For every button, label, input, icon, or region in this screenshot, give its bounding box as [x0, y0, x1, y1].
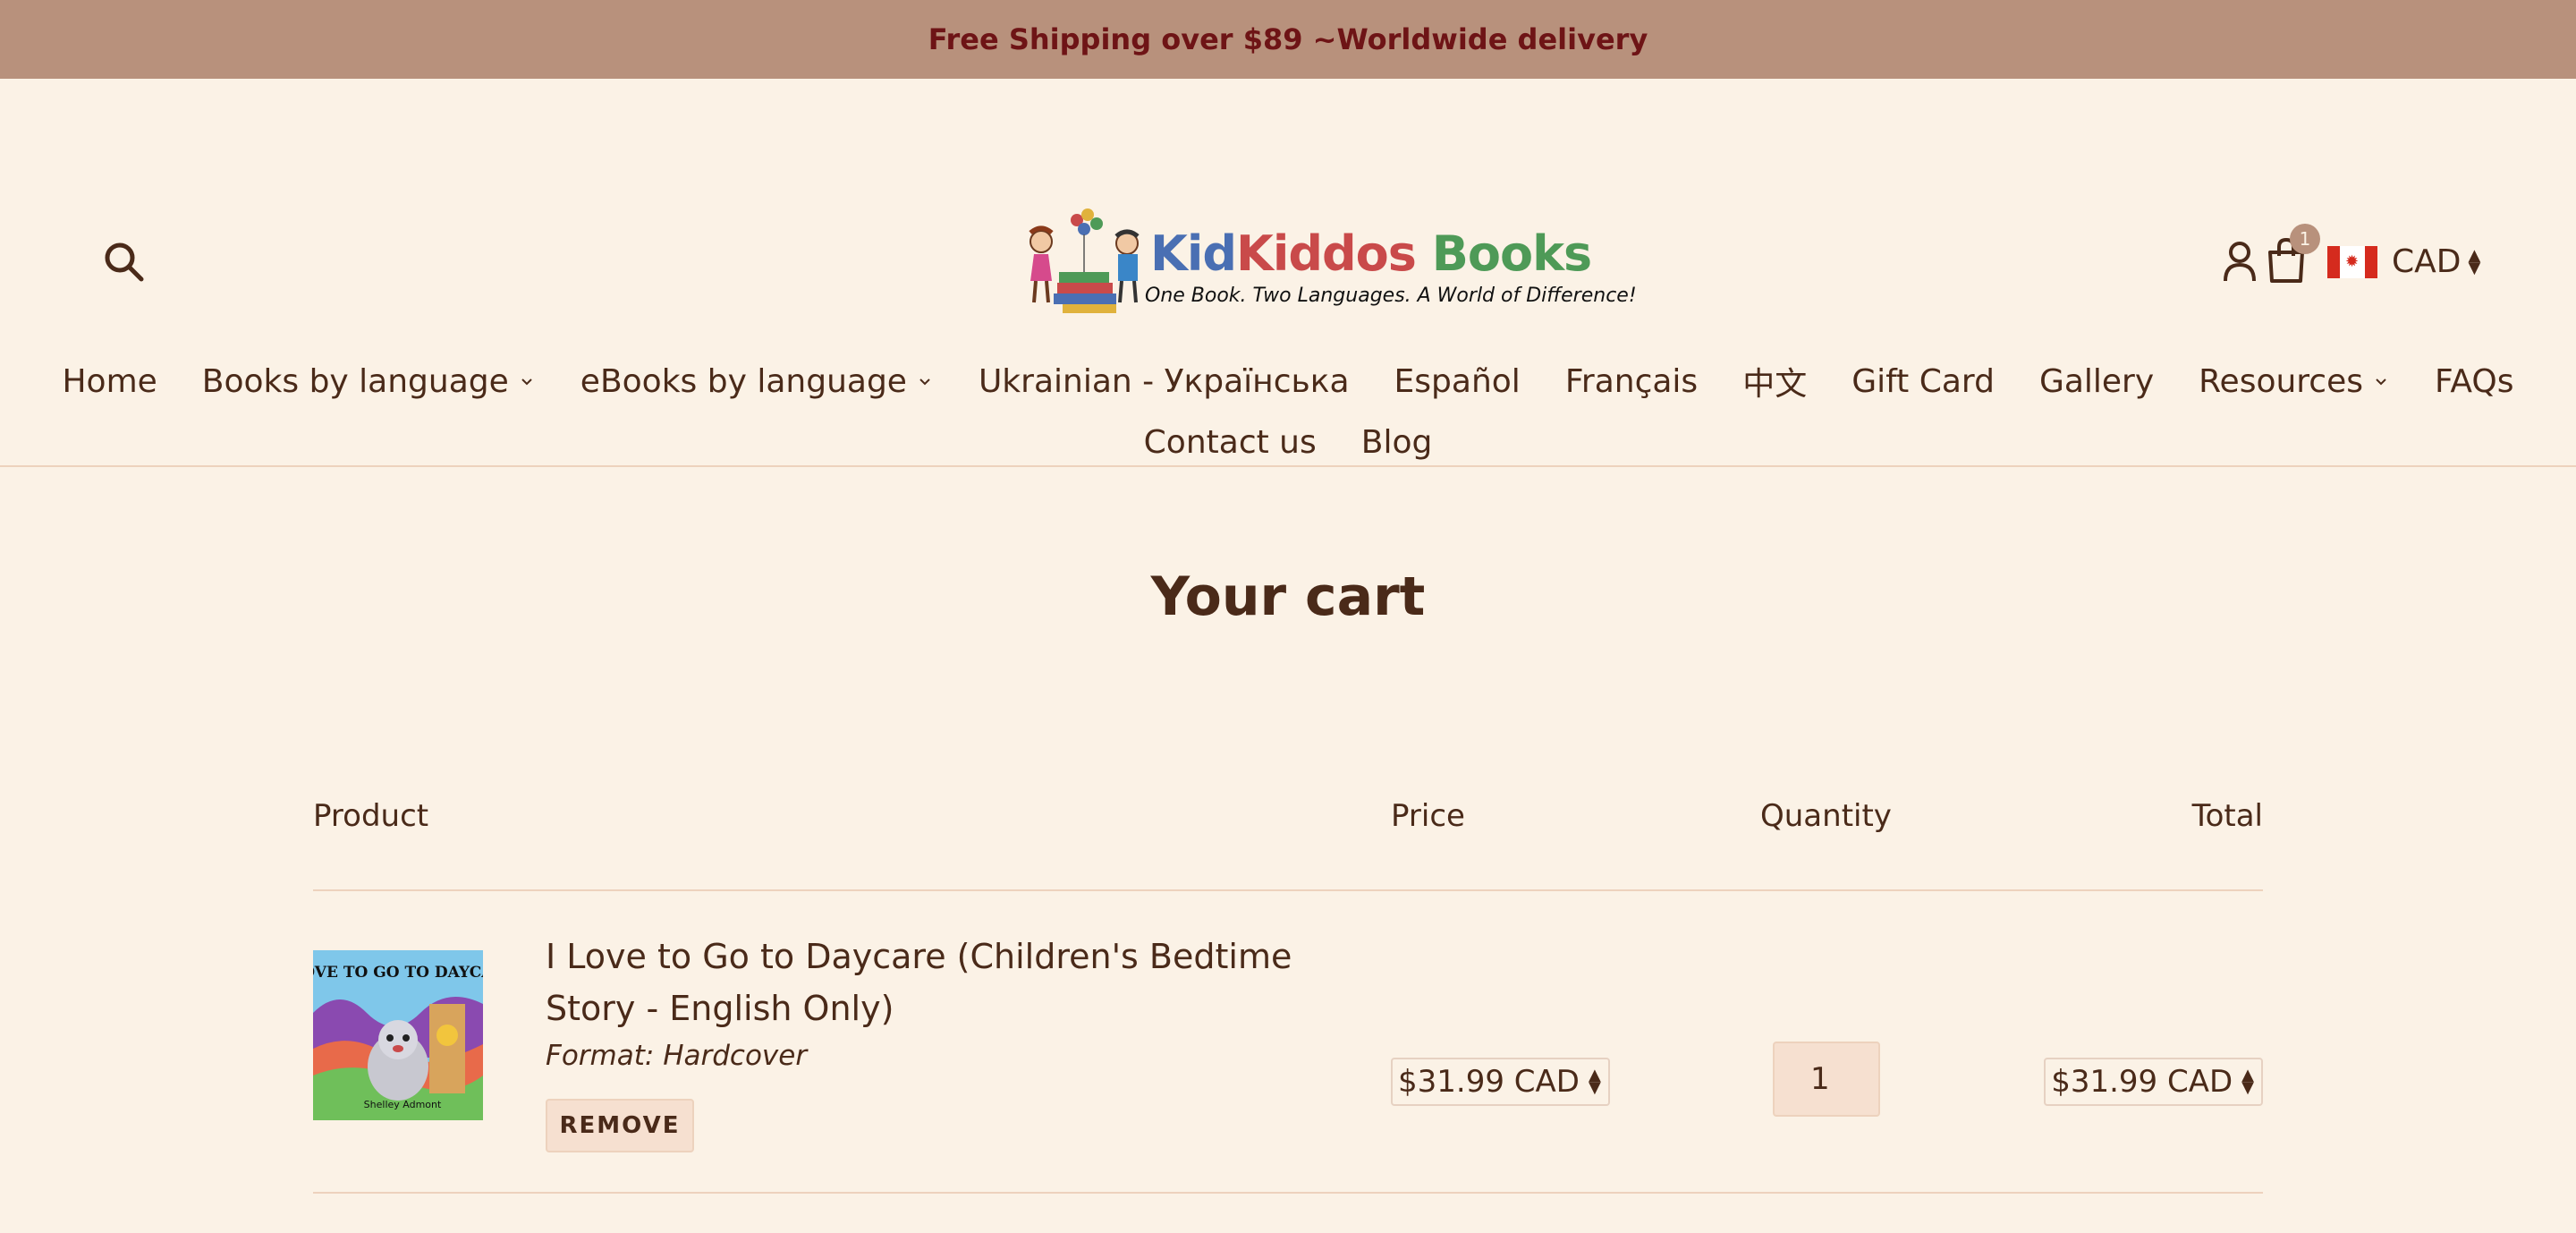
sort-arrows-icon: ▲ ▼ [1588, 1066, 1601, 1097]
thumbnail-author-text: Shelley Admont [364, 1099, 442, 1110]
canada-flag-icon: ✹ [2327, 245, 2377, 278]
column-header-price: Price [1391, 798, 1465, 834]
announcement-text: Free Shipping over $89 ~Worldwide delive… [928, 22, 1648, 56]
sort-arrows-icon: ▲ ▼ [2241, 1066, 2254, 1097]
column-header-product: Product [313, 798, 429, 834]
logo-tagline: One Book. Two Languages. A World of Diff… [1145, 285, 1637, 307]
column-header-quantity: Quantity [1760, 798, 1892, 834]
page-title: Your cart [1150, 565, 1426, 628]
logo-title: KidKiddos Books [1150, 225, 1592, 282]
announcement-bar: Free Shipping over $89 ~Worldwide delive… [0, 0, 2576, 79]
chevron-down-icon [2376, 378, 2386, 386]
nav-item-ukrainian[interactable]: Ukrainian - Українська [979, 363, 1350, 400]
price-value: $31.99 CAD [1398, 1064, 1580, 1100]
cart-page: Your cart Product Price Quantity Total I… [0, 467, 2576, 1233]
chevron-down-icon [521, 378, 532, 386]
nav-item-resources[interactable]: Resources [2199, 363, 2390, 400]
nav-item-home[interactable]: Home [62, 363, 157, 400]
currency-selector[interactable]: ✹ CAD ▲ ▼ [2327, 243, 2480, 280]
row-divider [313, 1192, 2263, 1194]
product-thumbnail[interactable]: I LOVE TO GO TO DAYCARE Shelley Admont [313, 950, 483, 1120]
nav-item-gift-card[interactable]: Gift Card [1852, 363, 1995, 400]
nav-item-gallery[interactable]: Gallery [2039, 363, 2154, 400]
site-logo[interactable]: KidKiddos Books One Book. Two Languages.… [1018, 206, 1637, 319]
sort-arrows-icon: ▲ ▼ [2468, 245, 2481, 277]
main-navigation: Home Books by language eBooks by languag… [0, 358, 2576, 462]
nav-item-blog[interactable]: Blog [1361, 424, 1433, 461]
column-header-total: Total [2191, 798, 2263, 834]
nav-item-chinese[interactable]: 中文 [1742, 358, 1807, 404]
currency-label: CAD [2392, 243, 2462, 280]
nav-item-contact-us[interactable]: Contact us [1144, 424, 1317, 461]
nav-item-faqs[interactable]: FAQs [2435, 363, 2514, 400]
nav-item-francais[interactable]: Français [1565, 363, 1698, 400]
nav-item-ebooks-by-language[interactable]: eBooks by language [580, 363, 934, 400]
price-currency-select[interactable]: $31.99 CAD ▲ ▼ [1391, 1058, 1610, 1106]
quantity-input[interactable]: 1 [1773, 1042, 1880, 1117]
chevron-down-icon [919, 378, 930, 386]
account-icon[interactable] [2222, 240, 2258, 283]
cart-item-row: I LOVE TO GO TO DAYCARE Shelley Admont I… [313, 891, 2263, 1192]
thumbnail-title-text: I LOVE TO GO TO DAYCARE [313, 964, 483, 982]
cart-count-badge: 1 [2290, 224, 2320, 254]
nav-row-1: Home Books by language eBooks by languag… [0, 358, 2576, 404]
site-header: KidKiddos Books One Book. Two Languages.… [0, 79, 2576, 467]
product-format: Format: Hardcover [546, 1040, 808, 1072]
nav-row-2: Contact us Blog [0, 424, 2576, 461]
nav-item-espanol[interactable]: Español [1394, 363, 1521, 400]
product-name-link[interactable]: I Love to Go to Daycare (Children's Bedt… [546, 931, 1333, 1034]
nav-item-books-by-language[interactable]: Books by language [202, 363, 536, 400]
total-currency-select[interactable]: $31.99 CAD ▲ ▼ [2044, 1058, 2263, 1106]
search-icon[interactable] [100, 238, 150, 288]
total-value: $31.99 CAD [2051, 1064, 2233, 1100]
remove-button[interactable]: REMOVE [546, 1099, 694, 1152]
logo-kids-books-icon [1029, 208, 1140, 313]
